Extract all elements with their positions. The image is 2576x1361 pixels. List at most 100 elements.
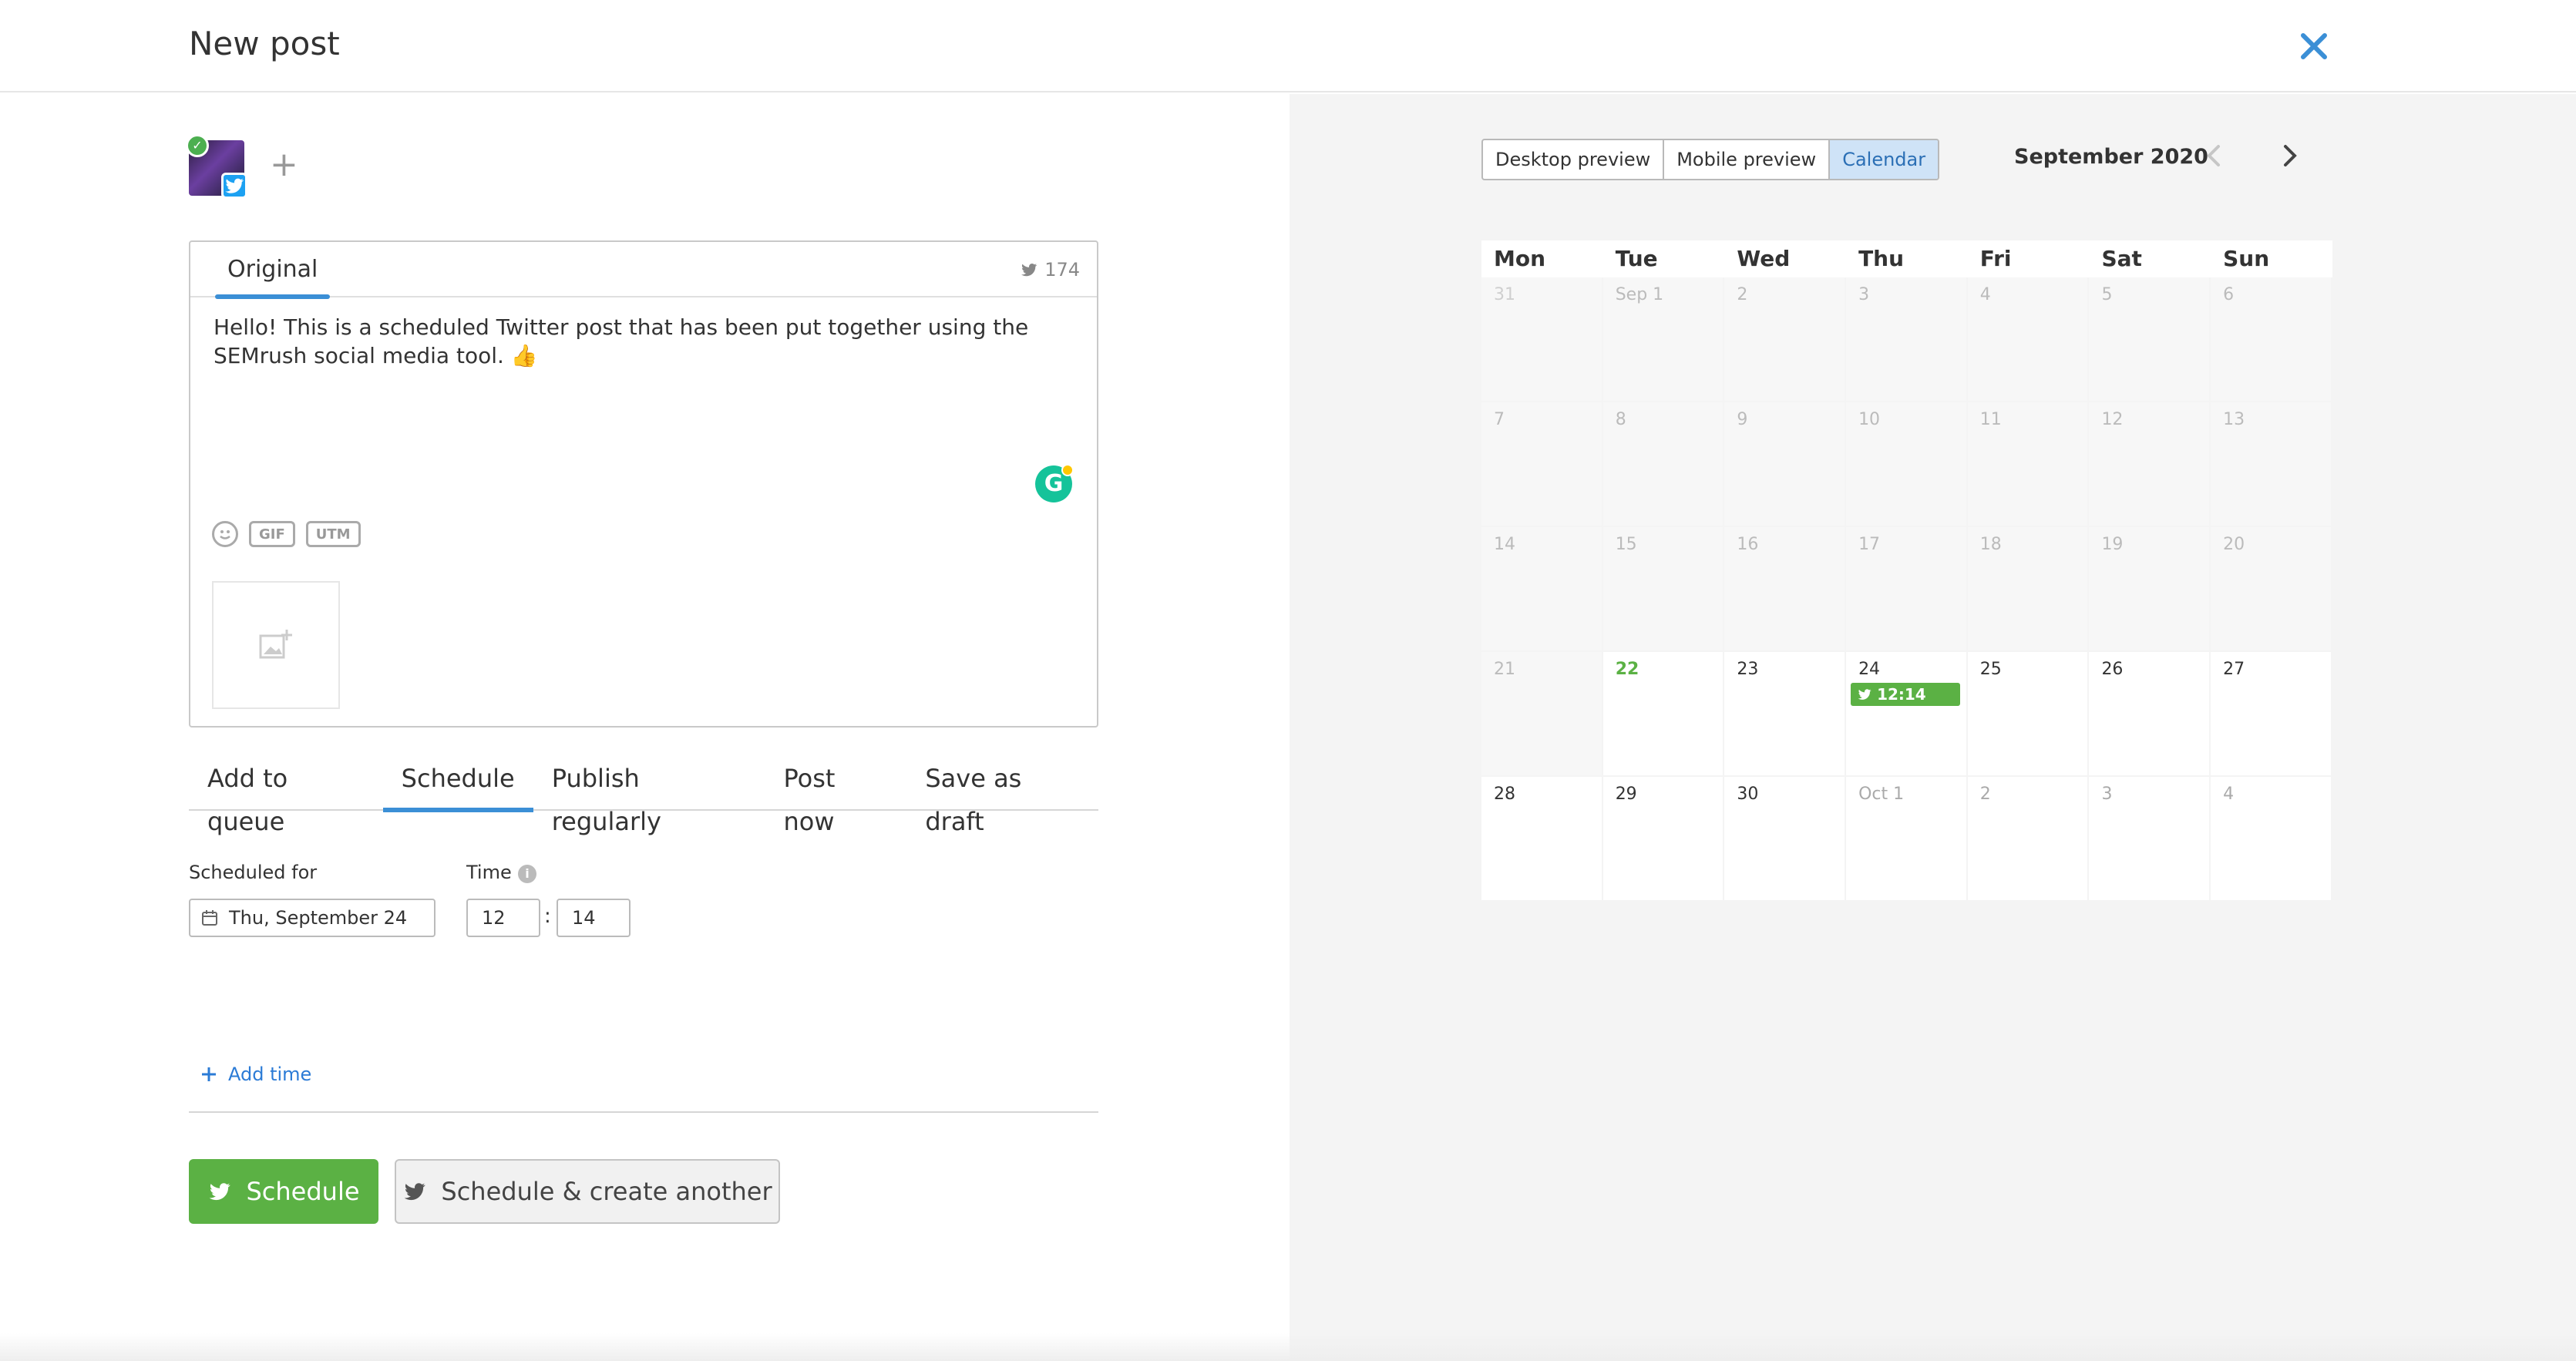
calendar-day[interactable]: 25 [1967, 652, 2090, 777]
calendar-day[interactable]: 4 [2211, 777, 2332, 902]
tab-original[interactable]: Original [215, 256, 331, 299]
weekday-thu: Thu [1858, 246, 1905, 271]
calendar-day-today[interactable]: 22 [1602, 652, 1725, 777]
scheduled-post-event[interactable]: 12:14 [1851, 683, 1961, 706]
mobile-preview-button[interactable]: Mobile preview [1664, 140, 1831, 179]
weekday-mon: Mon [1494, 246, 1546, 271]
post-text-input[interactable]: Hello! This is a scheduled Twitter post … [214, 313, 1061, 370]
calendar-day[interactable]: 8 [1602, 402, 1725, 527]
preview-view-switch: Desktop preview Mobile preview Calendar [1481, 139, 1940, 180]
calendar-day[interactable]: 12 [2089, 402, 2211, 527]
checkmark-icon: ✓ [186, 134, 209, 157]
calendar-day[interactable]: 31 [1481, 277, 1603, 402]
weekday-sat: Sat [2101, 246, 2142, 271]
chevron-right-icon[interactable] [2274, 140, 2305, 171]
calendar-day[interactable]: 17 [1846, 527, 1968, 652]
chevron-left-icon[interactable] [2199, 140, 2230, 171]
add-account-icon[interactable]: + [270, 148, 298, 182]
calendar-day[interactable]: 9 [1724, 402, 1847, 527]
weekday-wed: Wed [1737, 246, 1791, 271]
calendar-day[interactable]: 23 [1724, 652, 1847, 777]
calendar-day[interactable]: Sep 1 [1602, 277, 1725, 402]
calendar-day[interactable]: 13 [2211, 402, 2332, 527]
char-count-value: 174 [1044, 259, 1080, 281]
grammarly-letter: G [1044, 470, 1064, 497]
grammarly-icon[interactable]: G [1035, 464, 1074, 502]
calendar-icon [202, 910, 217, 926]
calendar-week: 7 8 9 10 11 12 13 [1481, 402, 2332, 527]
calendar-day[interactable]: 7 [1481, 402, 1603, 527]
calendar-weekday-header: Mon Tue Wed Thu Fri Sat Sun [1481, 240, 2332, 277]
calendar-day[interactable]: 18 [1967, 527, 2090, 652]
add-image-icon [259, 630, 292, 659]
time-separator: : [544, 905, 551, 928]
emoji-icon[interactable] [212, 521, 238, 547]
calendar-day[interactable]: 2 [1967, 777, 2090, 902]
twitter-icon [210, 1183, 231, 1201]
tab-publish-regularly[interactable]: Publish regularly [533, 757, 765, 836]
char-counter: 174 [1020, 259, 1080, 281]
modal-header: New post [0, 0, 2576, 92]
calendar-day[interactable]: 6 [2211, 277, 2332, 402]
info-icon[interactable]: i [518, 865, 536, 883]
tab-save-as-draft[interactable]: Save as draft [906, 757, 1098, 836]
twitter-icon [1858, 689, 1871, 700]
date-picker-input[interactable]: Thu, September 24 [189, 899, 435, 937]
calendar-day[interactable]: 3 [1846, 277, 1968, 402]
schedule-create-another-button[interactable]: Schedule & create another [395, 1159, 780, 1224]
gif-button[interactable]: GIF [249, 521, 295, 547]
time-label: Time [466, 862, 512, 883]
calendar-week: 21 22 23 24 12:14 25 26 27 [1481, 652, 2332, 777]
calendar-view-button[interactable]: Calendar [1830, 140, 1939, 179]
twitter-icon [221, 173, 247, 199]
add-image-button[interactable] [212, 581, 340, 709]
add-time-link[interactable]: Add time [200, 1064, 311, 1085]
weekday-sun: Sun [2223, 246, 2270, 271]
account-avatar[interactable]: ✓ [186, 134, 247, 199]
calendar-day[interactable]: 16 [1724, 527, 1847, 652]
calendar-day[interactable]: 26 [2089, 652, 2211, 777]
date-value: Thu, September 24 [229, 907, 408, 929]
hour-input[interactable]: 12 [466, 899, 540, 937]
weekday-tue: Tue [1615, 246, 1658, 271]
twitter-icon [1021, 263, 1037, 277]
minute-input[interactable]: 14 [557, 899, 631, 937]
calendar-day[interactable]: 14 [1481, 527, 1603, 652]
calendar-day[interactable]: 11 [1967, 402, 2090, 527]
calendar-day[interactable]: 20 [2211, 527, 2332, 652]
calendar-day[interactable]: 30 [1724, 777, 1847, 902]
tab-add-to-queue[interactable]: Add to queue [189, 757, 383, 836]
calendar-day[interactable]: 4 [1967, 277, 2090, 402]
schedule-button[interactable]: Schedule [189, 1159, 378, 1224]
tab-post-now[interactable]: Post now [765, 757, 907, 836]
divider [189, 1111, 1098, 1113]
calendar-day[interactable]: 3 [2089, 777, 2211, 902]
calendar-week: 14 15 16 17 18 19 20 [1481, 527, 2332, 652]
utm-button[interactable]: UTM [305, 521, 361, 547]
calendar-day[interactable]: 28 [1481, 777, 1603, 902]
calendar-day-scheduled[interactable]: 24 12:14 [1846, 652, 1968, 777]
bottom-shadow [0, 1333, 2576, 1361]
add-time-label: Add time [228, 1064, 312, 1085]
calendar-day[interactable]: 29 [1602, 777, 1725, 902]
schedule-create-another-label: Schedule & create another [441, 1177, 772, 1206]
desktop-preview-button[interactable]: Desktop preview [1483, 140, 1665, 179]
calendar-day[interactable]: 21 [1481, 652, 1603, 777]
calendar-day[interactable]: 15 [1602, 527, 1725, 652]
post-editor: Original 174 Hello! This is a scheduled … [189, 240, 1098, 728]
calendar-day[interactable]: 2 [1724, 277, 1847, 402]
twitter-icon [405, 1183, 426, 1201]
publish-mode-tabs: Add to queue Schedule Publish regularly … [189, 757, 1098, 836]
calendar-day[interactable]: 27 [2211, 652, 2332, 777]
calendar-day[interactable]: 10 [1846, 402, 1968, 527]
calendar-day[interactable]: 5 [2089, 277, 2211, 402]
event-time: 12:14 [1877, 685, 1926, 704]
calendar-day[interactable]: Oct 1 [1846, 777, 1968, 902]
calendar-week: 28 29 30 Oct 1 2 3 4 [1481, 777, 2332, 902]
preview-panel: Desktop preview Mobile preview Calendar … [1290, 94, 2576, 1361]
scheduled-for-label: Scheduled for [189, 862, 318, 883]
calendar-month-title: September 2020 [2014, 145, 2208, 169]
close-icon[interactable] [2295, 28, 2332, 65]
calendar-day[interactable]: 19 [2089, 527, 2211, 652]
tab-schedule[interactable]: Schedule [382, 757, 533, 812]
